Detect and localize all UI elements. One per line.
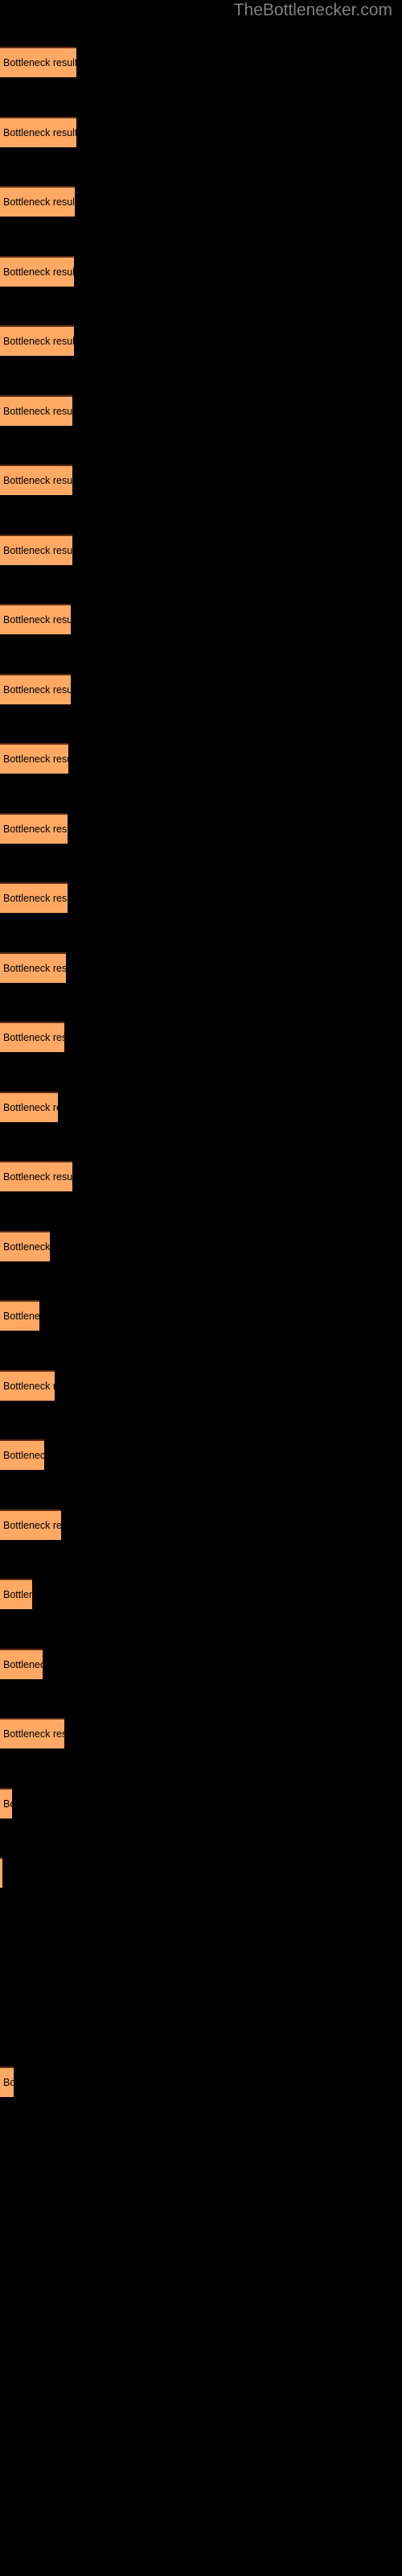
bottleneck-chart: TheBottlenecker.com Bottleneck result Bot… [0,0,402,2576]
bar-13: Bottleneck result [0,952,66,983]
bar-18: Bottleneck result [0,1300,39,1331]
bar-label-17: Bottleneck result [3,1241,50,1253]
bar-7: Bottleneck result [0,535,72,565]
bar-label-8: Bottleneck result [3,614,71,625]
bar-8: Bottleneck result [0,604,71,634]
bar-19: Bottleneck result [0,1370,55,1401]
bar-20: Bottleneck result [0,1439,44,1470]
bar-label-4: Bottleneck result [3,336,74,347]
bar-25: Bottleneck result [0,1788,12,1818]
bar-label-7: Bottleneck result [3,545,72,556]
bar-label-18: Bottleneck result [3,1311,39,1322]
bar-11: Bottleneck result [0,813,68,844]
bar-label-13: Bottleneck result [3,963,66,974]
bar-4: Bottleneck result [0,325,74,356]
bar-label-14: Bottleneck result [3,1032,64,1043]
bar-2: Bottleneck result [0,186,75,217]
bar-label-21: Bottleneck result [3,1520,61,1531]
bar-label-29: Bottleneck result [3,2077,14,2088]
bar-label-5: Bottleneck result [3,406,72,417]
bar-9: Bottleneck result [0,674,71,704]
bar-label-2: Bottleneck result [3,196,75,208]
bar-label-3: Bottleneck result [3,266,74,278]
bar-16: Bottleneck result [0,1161,72,1191]
bar-label-10: Bottleneck result [3,753,68,765]
bar-24: Bottleneck result [0,1718,64,1748]
bar-label-20: Bottleneck result [3,1450,44,1461]
bar-label-16: Bottleneck result [3,1171,72,1183]
bar-label-0: Bottleneck result [3,57,76,68]
bar-22: Bottleneck result [0,1579,32,1609]
bar-series: Bottleneck result Bottleneck result Bottle… [0,0,402,2576]
bar-23: Bottleneck result [0,1649,43,1679]
bar-0: Bottleneck result [0,47,76,77]
bar-label-12: Bottleneck result [3,893,68,904]
bar-12: Bottleneck result [0,882,68,913]
bar-3: Bottleneck result [0,256,74,287]
bar-label-19: Bottleneck result [3,1381,55,1392]
bar-17: Bottleneck result [0,1231,50,1261]
bar-21: Bottleneck result [0,1509,61,1540]
bar-label-22: Bottleneck result [3,1589,32,1600]
bar-29: Bottleneck result [0,2066,14,2097]
bar-label-15: Bottleneck result [3,1102,58,1113]
bar-label-11: Bottleneck result [3,824,68,835]
bar-26: Bottleneck result [0,1857,2,1888]
bar-label-1: Bottleneck result [3,127,76,138]
bar-label-9: Bottleneck result [3,684,71,696]
bar-label-23: Bottleneck result [3,1659,43,1670]
bar-label-6: Bottleneck result [3,475,72,486]
bar-10: Bottleneck result [0,743,68,774]
bar-5: Bottleneck result [0,395,72,426]
bar-6: Bottleneck result [0,464,72,495]
bar-15: Bottleneck result [0,1092,58,1122]
bar-label-25: Bottleneck result [3,1798,12,1810]
bar-14: Bottleneck result [0,1022,64,1052]
bar-1: Bottleneck result [0,117,76,147]
bar-label-24: Bottleneck result [3,1728,64,1740]
